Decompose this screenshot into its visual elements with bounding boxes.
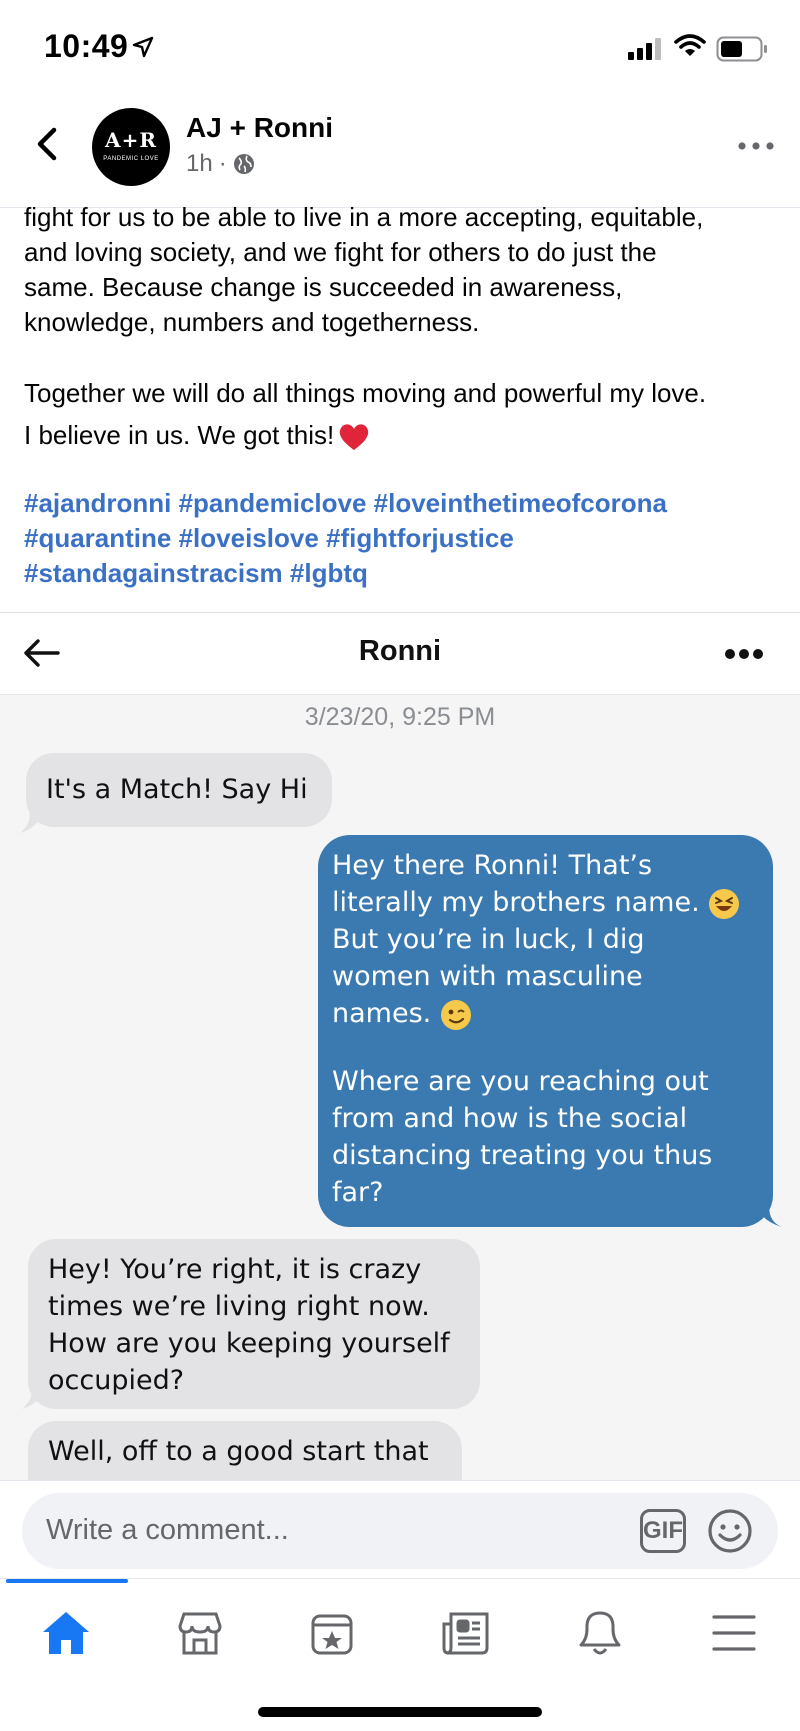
events-icon — [311, 1614, 353, 1655]
message-line-with-emoji: names. — [332, 995, 759, 1032]
hashtags: #ajandronni #pandemiclove #loveinthetime… — [24, 486, 784, 591]
emoji-picker-icon[interactable] — [706, 1507, 754, 1555]
more-options-icon[interactable] — [736, 136, 776, 156]
comment-bar: Write a comment... GIF — [0, 1480, 800, 1578]
chat-screenshot[interactable]: 3/23/20, 9:25 PM It's a Match! Say Hi He… — [0, 695, 800, 1480]
post-line-text: I believe in us. We got this! — [24, 420, 335, 450]
marketplace-icon — [178, 1612, 222, 1655]
post-line: fight for us to be able to live in a mor… — [24, 202, 704, 232]
message-incoming: It's a Match! Say Hi — [26, 753, 332, 827]
menu-icon — [712, 1615, 756, 1651]
bubble-tail — [22, 1383, 48, 1409]
post-line-with-heart: I believe in us. We got this! — [24, 414, 784, 456]
back-chevron-icon[interactable] — [30, 124, 64, 164]
post-line: Together we will do all things moving an… — [24, 378, 707, 408]
avatar-subtitle: PANDEMIC LOVE — [103, 156, 159, 162]
message-line: times we’re living right now. — [48, 1291, 430, 1322]
nav-events[interactable] — [302, 1603, 362, 1663]
message-text: literally my brothers name. — [332, 887, 700, 918]
battery-icon — [716, 36, 767, 62]
bubble-tail — [752, 1199, 782, 1227]
message-incoming: Well, off to a good start that — [28, 1421, 462, 1480]
bottom-navigation — [0, 1578, 800, 1731]
message-line: from and how is the social — [332, 1103, 688, 1134]
nav-notifications[interactable] — [570, 1603, 630, 1663]
winking-face-emoji-icon — [440, 999, 471, 1030]
location-arrow-icon — [132, 36, 154, 58]
post-line: same. Because change is succeeded in awa… — [24, 272, 623, 302]
status-time: 10:49 — [44, 28, 129, 64]
post-meta: 1h · — [186, 150, 255, 178]
message-line: But you’re in luck, I dig — [332, 924, 645, 955]
gif-button[interactable]: GIF — [640, 1509, 686, 1553]
message-line: Where are you reaching out — [332, 1066, 709, 1097]
message-text: names. — [332, 998, 432, 1029]
message-text: It's a Match! Say Hi — [46, 774, 308, 805]
post-line: and loving society, and we fight for oth… — [24, 237, 657, 267]
nav-marketplace[interactable] — [170, 1603, 230, 1663]
comment-input[interactable]: Write a comment... GIF — [22, 1493, 778, 1569]
chat-title: Ronni — [358, 635, 442, 667]
cellular-signal-icon — [628, 38, 661, 60]
message-gap — [332, 1032, 759, 1063]
wifi-icon — [674, 34, 706, 56]
status-bar: 10:49 — [0, 0, 800, 96]
red-heart-emoji-icon — [340, 424, 369, 451]
message-line: Well, off to a good start that — [48, 1436, 429, 1467]
bubble-tail — [20, 807, 46, 833]
chat-timestamp: 3/23/20, 9:25 PM — [304, 703, 496, 731]
hashtag-line[interactable]: #ajandronni #pandemiclove #loveinthetime… — [24, 488, 667, 518]
avatar-mark: A+R — [105, 128, 157, 152]
post-line: knowledge, numbers and togetherness. — [24, 307, 480, 337]
hashtag-line[interactable]: #quarantine #loveislove #fightforjustice — [24, 523, 514, 553]
active-tab-indicator — [6, 1579, 128, 1583]
globe-icon — [233, 154, 254, 174]
message-outgoing: Hey there Ronni! That’s literally my bro… — [318, 835, 773, 1227]
message-line: Hey! You’re right, it is crazy — [48, 1254, 422, 1285]
message-line: distancing treating you thus — [332, 1140, 713, 1171]
home-icon — [43, 1612, 89, 1654]
post-time: 1h — [186, 150, 213, 177]
message-line-with-emoji: literally my brothers name. — [332, 884, 759, 921]
nav-news[interactable] — [436, 1603, 496, 1663]
post-text: fight for us to be able to live in a mor… — [24, 200, 784, 591]
message-line: far? — [332, 1177, 384, 1208]
hashtag-line[interactable]: #standagainstracism #lgbtq — [24, 558, 368, 588]
message-incoming: Hey! You’re right, it is crazy times we’… — [28, 1239, 480, 1409]
home-indicator[interactable] — [258, 1707, 542, 1717]
post-header: A+R PANDEMIC LOVE AJ + Ronni 1h · — [0, 96, 800, 208]
notifications-icon — [579, 1611, 621, 1655]
page-name[interactable]: AJ + Ronni — [186, 112, 333, 144]
news-icon — [442, 1612, 489, 1655]
more-options-icon — [725, 649, 763, 659]
nav-home[interactable] — [36, 1603, 96, 1663]
nav-menu[interactable] — [704, 1603, 764, 1663]
comment-placeholder: Write a comment... — [46, 1514, 289, 1546]
grinning-squinting-emoji-icon — [709, 888, 740, 919]
message-line: women with masculine — [332, 961, 643, 992]
message-line: Hey there Ronni! That’s — [332, 850, 653, 881]
meta-dot: · — [218, 150, 227, 177]
chat-header[interactable]: Ronni — [0, 613, 800, 695]
message-line: How are you keeping yourself — [48, 1328, 450, 1359]
page-avatar[interactable]: A+R PANDEMIC LOVE — [92, 108, 170, 186]
message-line: occupied? — [48, 1365, 185, 1396]
